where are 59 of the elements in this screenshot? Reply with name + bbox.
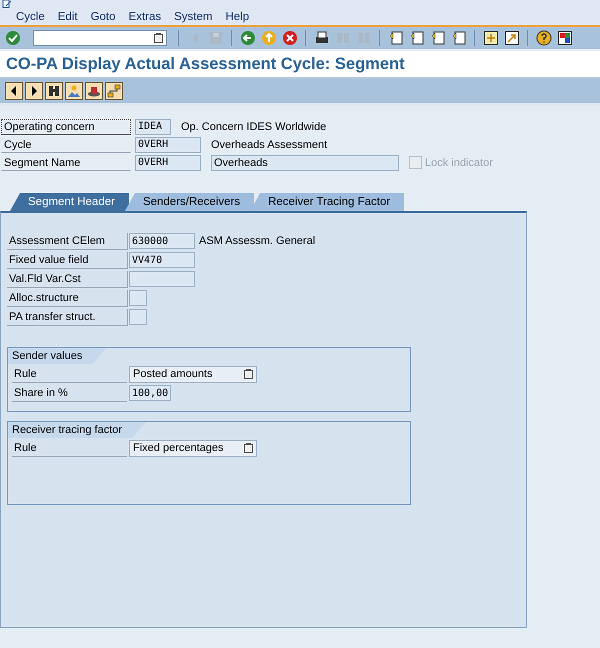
input-field[interactable] — [129, 290, 147, 306]
cancel-icon[interactable] — [281, 30, 298, 46]
checkbox-label: Lock indicator — [425, 156, 493, 168]
page-icon[interactable] — [450, 30, 467, 46]
field-label: Rule — [12, 440, 127, 456]
input-field[interactable]: 0VERH — [135, 136, 201, 152]
tab[interactable]: Segment Header — [10, 193, 129, 211]
command-field[interactable] — [33, 30, 167, 46]
hat-icon[interactable] — [85, 82, 103, 100]
group-title: Receiver tracing factor — [8, 422, 146, 438]
field-label: PA transfer struct. — [7, 308, 128, 326]
input-field[interactable] — [129, 271, 195, 287]
input-field[interactable]: 630000 — [129, 233, 195, 249]
tab[interactable]: Senders/Receivers — [124, 193, 254, 211]
field-label: Segment Name — [1, 154, 131, 170]
help-icon[interactable] — [535, 30, 552, 46]
check-icon[interactable] — [4, 30, 21, 46]
input-field[interactable]: IDEA — [135, 118, 171, 134]
input-field[interactable]: VV470 — [129, 252, 195, 268]
input-field[interactable] — [129, 309, 147, 325]
menu-item[interactable]: Cycle — [16, 10, 45, 22]
dropdown[interactable]: Fixed percentages — [129, 440, 257, 456]
list-icon — [154, 33, 163, 43]
field-label: Rule — [12, 366, 127, 382]
field-label: Alloc.structure — [7, 290, 128, 306]
screen-title: CO-PA Display Actual Assessment Cycle: Segment — [6, 54, 405, 74]
menu-item[interactable]: Edit — [58, 10, 78, 22]
field-description: Overheads Assessment — [211, 138, 328, 150]
window-icon[interactable] — [482, 30, 499, 46]
field-label: Operating concern — [1, 118, 131, 134]
group-title: Sender values — [8, 348, 106, 364]
page-icon[interactable] — [387, 30, 404, 46]
field-description: Op. Concern IDES Worldwide — [181, 120, 326, 132]
menu-item[interactable]: Extras — [128, 10, 162, 22]
menu-item[interactable]: System — [174, 10, 212, 22]
field-label: Fixed value field — [7, 252, 128, 268]
menu-item[interactable]: Help — [225, 10, 250, 22]
list-icon — [244, 443, 253, 453]
input-field[interactable]: 0VERH — [135, 154, 201, 170]
document-edit-icon[interactable] — [2, 0, 12, 8]
list-icon — [244, 369, 253, 379]
field-label: Cycle — [1, 136, 131, 152]
page-icon[interactable] — [429, 30, 446, 46]
hierarchy-icon[interactable] — [105, 82, 123, 100]
next-icon[interactable] — [25, 82, 43, 100]
page-icon[interactable] — [408, 30, 425, 46]
shortcut-icon[interactable] — [503, 30, 520, 46]
dropdown[interactable]: Posted amounts — [129, 366, 257, 382]
field-label: Val.Fld Var.Cst — [7, 270, 128, 288]
landscape-icon[interactable] — [65, 82, 83, 100]
back-arrow-icon[interactable] — [239, 30, 256, 46]
field-description: ASM Assessm. General — [199, 235, 316, 247]
previous-icon[interactable] — [5, 82, 23, 100]
input-field[interactable]: Overheads — [211, 154, 399, 170]
field-label: Assessment CElem — [7, 232, 128, 250]
menu-item[interactable]: Goto — [90, 10, 116, 22]
field-label: Share in % — [12, 384, 127, 402]
layout-icon[interactable] — [556, 30, 573, 46]
input-field[interactable]: 100,00 — [129, 385, 171, 401]
